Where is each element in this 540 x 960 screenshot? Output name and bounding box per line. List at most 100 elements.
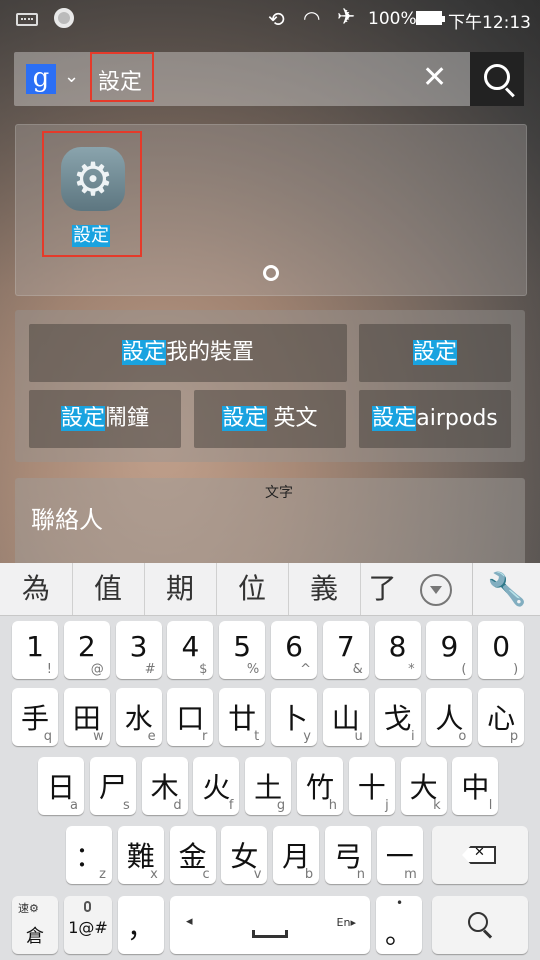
- candidate-word[interactable]: 值: [72, 563, 145, 615]
- key-&[interactable]: 7 &: [322, 621, 369, 679]
- key-sublabel: f: [228, 798, 234, 813]
- candidate-word[interactable]: 位: [216, 563, 289, 615]
- search-key[interactable]: [432, 896, 528, 954]
- contacts-panel[interactable]: 文字 聯絡人: [15, 478, 525, 568]
- comma-key[interactable]: ，: [118, 896, 164, 954]
- candidate-bar: 為 值 期 位 義 了 🔧: [0, 563, 540, 616]
- input-method-key[interactable]: 倉 速⚙: [12, 896, 58, 954]
- key-sublabel: n: [356, 867, 365, 882]
- key-sublabel: z: [99, 867, 106, 882]
- chevron-down-icon[interactable]: ⌄: [64, 66, 79, 87]
- key-label: 2: [77, 630, 96, 663]
- key-#[interactable]: 3 #: [115, 621, 162, 679]
- cursor-left-icon: ◂: [186, 914, 193, 929]
- google-logo-icon[interactable]: g: [26, 64, 56, 94]
- key-sublabel: v: [253, 867, 262, 882]
- key-sublabel: d: [173, 798, 182, 813]
- key-g[interactable]: 土g: [245, 757, 292, 815]
- gear-icon: ⚙: [72, 152, 114, 206]
- key-^[interactable]: 6 ^: [271, 621, 317, 679]
- search-icon-handle: [482, 929, 493, 939]
- key-j[interactable]: 十j: [348, 757, 395, 815]
- key-y[interactable]: 卜y: [271, 688, 317, 746]
- suggestion-text: 鬧鐘: [105, 406, 150, 431]
- candidate-word[interactable]: 了: [360, 563, 405, 615]
- key-z[interactable]: ： z: [66, 826, 112, 884]
- key-sublabel: ^: [300, 662, 311, 677]
- key-sublabel: ): [513, 662, 519, 677]
- key-x[interactable]: 難x: [117, 826, 164, 884]
- key-sublabel: *: [408, 662, 415, 677]
- key-i[interactable]: 戈i: [374, 688, 421, 746]
- key-m[interactable]: 一m: [376, 826, 423, 884]
- wrench-icon[interactable]: 🔧: [472, 563, 540, 615]
- key-sublabel: k: [433, 798, 441, 813]
- key-$[interactable]: 4 $: [167, 621, 214, 679]
- key-sublabel: &: [352, 662, 363, 677]
- key-label: 1: [26, 630, 44, 663]
- key-e[interactable]: 水e: [115, 688, 162, 746]
- key-v[interactable]: 女v: [221, 826, 268, 884]
- suggestion-text: airpods: [416, 406, 498, 431]
- key-c[interactable]: 金c: [169, 826, 216, 884]
- key-sublabel: h: [328, 798, 337, 813]
- candidate-word[interactable]: 為: [0, 563, 73, 615]
- clear-icon[interactable]: ✕: [422, 60, 447, 95]
- key-sublabel: e: [147, 729, 156, 744]
- key-![interactable]: 1!: [12, 621, 58, 679]
- key-k[interactable]: 大k: [400, 757, 447, 815]
- key-([interactable]: 9(: [426, 621, 473, 679]
- key-o[interactable]: 人o: [426, 688, 473, 746]
- key-label: 3: [129, 630, 148, 663]
- key-a[interactable]: 日a: [38, 757, 84, 815]
- text-label: 文字: [265, 485, 293, 501]
- key-@[interactable]: 2 @: [63, 621, 110, 679]
- key-sublabel: @: [90, 662, 104, 677]
- clock: 下午12:13: [448, 13, 531, 33]
- search-button[interactable]: [470, 52, 524, 106]
- key-r[interactable]: 口r: [167, 688, 214, 746]
- key-d[interactable]: 木d: [141, 757, 188, 815]
- key-sublabel: !: [46, 662, 52, 677]
- key-h[interactable]: 竹h: [297, 757, 343, 815]
- key-sublabel: p: [509, 729, 519, 744]
- key-p[interactable]: 心p: [478, 688, 525, 746]
- backspace-icon: ✕: [462, 846, 496, 864]
- space-key[interactable]: ◂ En▸: [170, 896, 370, 954]
- suggestion-highlight: 設定: [412, 340, 457, 365]
- suggestion-item[interactable]: 設定我的裝置: [29, 324, 347, 382]
- period-key[interactable]: 。 •: [376, 896, 422, 954]
- suggestion-item[interactable]: 設定 英文: [194, 390, 346, 448]
- key-sublabel: u: [354, 729, 363, 744]
- key-t[interactable]: 廿t: [219, 688, 266, 746]
- key-label: 7: [336, 630, 355, 663]
- search-bar[interactable]: g ⌄ 設定 ✕: [14, 52, 524, 106]
- suggestion-item[interactable]: 設定airpods: [359, 390, 511, 448]
- key-)[interactable]: 0): [478, 621, 525, 679]
- suggestion-item[interactable]: 設定鬧鐘: [29, 390, 181, 448]
- symbols-key[interactable]: 1@#: [64, 896, 112, 954]
- key-n[interactable]: 弓n: [325, 826, 371, 884]
- key-label: ，: [126, 911, 155, 944]
- key-q[interactable]: 手q: [12, 688, 58, 746]
- key-sublabel: %: [246, 662, 260, 677]
- key-w[interactable]: 田w: [63, 688, 110, 746]
- key-f[interactable]: 火f: [193, 757, 240, 815]
- contacts-title: 聯絡人: [31, 506, 103, 534]
- suggestion-item[interactable]: 設定: [359, 324, 511, 382]
- expand-candidates-icon[interactable]: [420, 574, 452, 606]
- backspace-key[interactable]: ✕: [432, 826, 528, 884]
- key-l[interactable]: 中l: [452, 757, 499, 815]
- key-*[interactable]: 8 *: [374, 621, 421, 679]
- candidate-word[interactable]: 義: [288, 563, 361, 615]
- search-input[interactable]: 設定: [98, 64, 142, 96]
- key-u[interactable]: 山u: [322, 688, 369, 746]
- settings-app-icon[interactable]: ⚙: [61, 147, 125, 211]
- key-%[interactable]: 5%: [219, 621, 266, 679]
- key-s[interactable]: 尸s: [89, 757, 136, 815]
- key-sublabel: a: [70, 798, 78, 813]
- key-b[interactable]: 月b: [273, 826, 320, 884]
- app-result-settings[interactable]: ⚙ 設定: [42, 131, 142, 257]
- key-label: 倉: [26, 926, 44, 947]
- candidate-word[interactable]: 期: [144, 563, 217, 615]
